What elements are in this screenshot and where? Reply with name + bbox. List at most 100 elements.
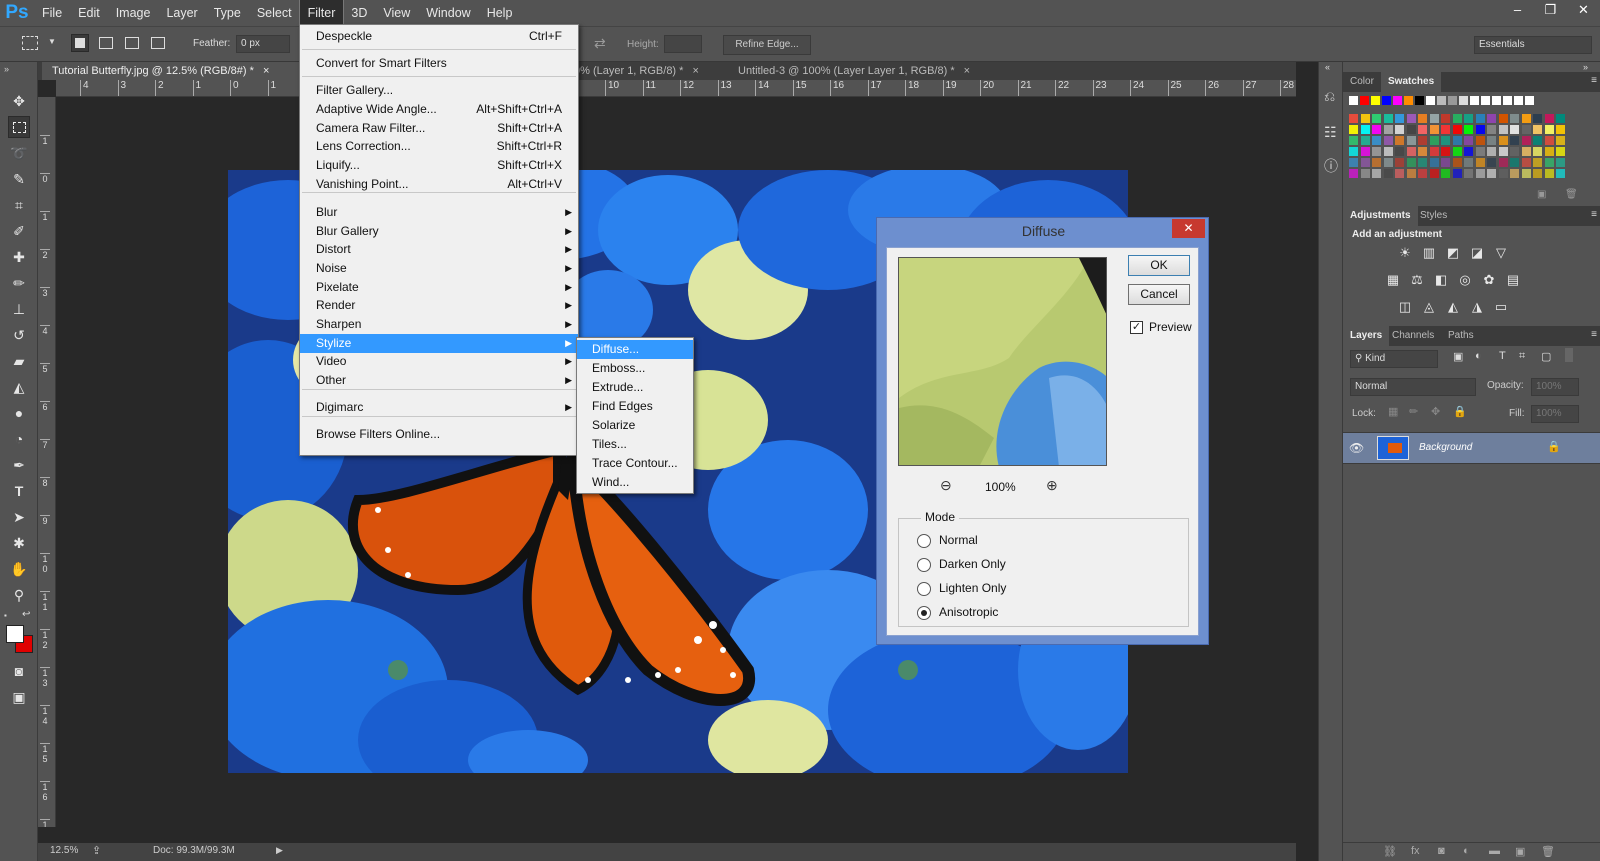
refine-edge-button[interactable]: Refine Edge... — [723, 35, 811, 55]
swatch[interactable] — [1406, 169, 1416, 178]
swatch[interactable] — [1481, 96, 1490, 105]
swatch[interactable] — [1418, 158, 1427, 167]
restore-button[interactable]: ❐ — [1534, 0, 1567, 22]
dodge-tool-icon[interactable]: ◔ — [8, 428, 30, 450]
menu-select[interactable]: Select — [249, 0, 300, 26]
eraser-tool-icon[interactable]: ▰ — [8, 350, 30, 372]
swatch[interactable] — [1383, 169, 1393, 178]
height-input[interactable] — [664, 35, 702, 53]
swatch[interactable] — [1533, 158, 1542, 167]
zoom-out-icon[interactable]: ⊖ — [940, 477, 952, 494]
swatch[interactable] — [1487, 147, 1496, 156]
swatch[interactable] — [1475, 158, 1485, 167]
mode-anisotropic-radio[interactable] — [917, 606, 931, 620]
swatch[interactable] — [1510, 125, 1519, 134]
layer-name[interactable]: Background — [1419, 442, 1472, 453]
swap-colors-icon[interactable]: ↩ — [22, 609, 30, 620]
filter-menu-item-camera-raw-filter[interactable]: Camera Raw Filter... Shift+Ctrl+A — [300, 119, 578, 138]
tab-tutorial-butterfly[interactable]: Tutorial Butterfly.jpg @ 12.5% (RGB/8#) … — [42, 62, 342, 80]
close-window-button[interactable]: ✕ — [1567, 0, 1600, 22]
invert-icon[interactable]: ◫ — [1397, 299, 1413, 315]
filter-menu-item-noise[interactable]: Noise ▶ — [300, 259, 578, 278]
delete-swatch-icon[interactable]: 🗑 — [1565, 189, 1578, 200]
gradient-map-icon[interactable]: ▭ — [1493, 299, 1509, 315]
swatch[interactable] — [1372, 169, 1381, 178]
color-lookup-icon[interactable]: ▤ — [1505, 272, 1521, 288]
swatch[interactable] — [1393, 96, 1402, 105]
minimize-button[interactable]: – — [1501, 0, 1534, 22]
swatch[interactable] — [1372, 114, 1381, 123]
menu-layer[interactable]: Layer — [158, 0, 205, 26]
swatch[interactable] — [1429, 114, 1439, 123]
filter-menu-item-pixelate[interactable]: Pixelate ▶ — [300, 278, 578, 297]
menu-3d[interactable]: 3D — [343, 0, 375, 26]
panel-menu-icon[interactable]: ≡ — [1591, 75, 1597, 86]
zoom-in-icon[interactable]: ⊕ — [1046, 477, 1058, 494]
swatch[interactable] — [1360, 147, 1370, 156]
swatch[interactable] — [1464, 169, 1473, 178]
mode-darken-radio[interactable] — [917, 558, 931, 572]
swatch[interactable] — [1556, 169, 1565, 178]
swatch[interactable] — [1418, 114, 1427, 123]
swatch[interactable] — [1372, 158, 1381, 167]
mode-darken-label[interactable]: Darken Only — [939, 557, 1006, 571]
swatch[interactable] — [1406, 125, 1416, 134]
swatch[interactable] — [1498, 136, 1508, 145]
swatch[interactable] — [1556, 158, 1565, 167]
swatch[interactable] — [1437, 96, 1446, 105]
swatch[interactable] — [1395, 158, 1404, 167]
preview-checkbox[interactable]: ✓ — [1130, 321, 1143, 334]
workspace-select[interactable]: Essentials — [1474, 36, 1592, 54]
swatch[interactable] — [1510, 147, 1519, 156]
blend-mode-select[interactable]: Normal — [1350, 378, 1476, 396]
eyedropper-tool-icon[interactable]: ✐ — [8, 220, 30, 242]
swatch[interactable] — [1360, 136, 1370, 145]
swatch[interactable] — [1429, 125, 1439, 134]
tab-close-icon[interactable]: × — [263, 65, 269, 77]
swatch[interactable] — [1459, 96, 1468, 105]
filter-menu-item-despeckle[interactable]: Despeckle Ctrl+F — [300, 27, 578, 46]
tools-collapse-icon[interactable]: » — [4, 64, 9, 74]
swatch[interactable] — [1404, 96, 1413, 105]
swatch[interactable] — [1418, 125, 1427, 134]
swatch[interactable] — [1372, 147, 1381, 156]
swatch[interactable] — [1406, 114, 1416, 123]
swatch[interactable] — [1475, 169, 1485, 178]
threshold-icon[interactable]: ◭ — [1445, 299, 1461, 315]
swatch[interactable] — [1349, 125, 1358, 134]
feather-input[interactable]: 0 px — [236, 35, 290, 53]
filter-menu-item-stylize[interactable]: Stylize ▶ — [300, 334, 578, 353]
swatch[interactable] — [1448, 96, 1457, 105]
ok-button[interactable]: OK — [1128, 255, 1190, 276]
swatch[interactable] — [1383, 147, 1393, 156]
filter-menu-item-video[interactable]: Video ▶ — [300, 352, 578, 371]
swatch[interactable] — [1521, 114, 1531, 123]
new-selection-icon[interactable] — [71, 34, 89, 52]
swatch[interactable] — [1452, 147, 1462, 156]
swatch[interactable] — [1395, 125, 1404, 134]
swatch[interactable] — [1475, 147, 1485, 156]
swatch[interactable] — [1533, 136, 1542, 145]
filter-shape-icon[interactable]: ⌗ — [1519, 350, 1525, 363]
tab-layers[interactable]: Layers — [1343, 326, 1390, 346]
swatch[interactable] — [1360, 96, 1369, 105]
intersect-selection-icon[interactable] — [151, 37, 165, 49]
swatch[interactable] — [1360, 114, 1370, 123]
swatch[interactable] — [1544, 147, 1554, 156]
stylize-item-solarize[interactable]: Solarize — [577, 416, 693, 435]
mode-normal-radio[interactable] — [917, 534, 931, 548]
lock-all-icon[interactable]: 🔒 — [1453, 405, 1467, 418]
stylize-item-trace-contour[interactable]: Trace Contour... — [577, 454, 693, 473]
filter-menu-item-vanishing-point[interactable]: Vanishing Point... Alt+Ctrl+V — [300, 175, 578, 194]
swatch[interactable] — [1464, 114, 1473, 123]
swatch[interactable] — [1441, 158, 1450, 167]
menu-view[interactable]: View — [375, 0, 418, 26]
swatch[interactable] — [1521, 169, 1531, 178]
swatch[interactable] — [1452, 125, 1462, 134]
swatch[interactable] — [1464, 158, 1473, 167]
mode-lighten-label[interactable]: Lighten Only — [939, 581, 1006, 595]
swatch[interactable] — [1426, 96, 1435, 105]
history-brush-tool-icon[interactable]: ↺ — [8, 324, 30, 346]
swatch[interactable] — [1498, 125, 1508, 134]
swatch[interactable] — [1533, 125, 1542, 134]
